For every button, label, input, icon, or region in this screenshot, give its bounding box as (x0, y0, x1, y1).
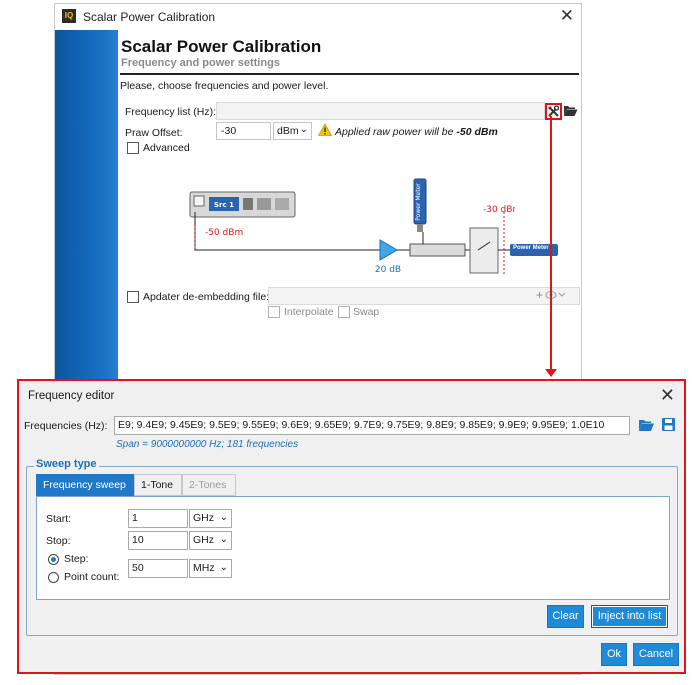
adapter-deembed-label: Apdater de-embedding file: (143, 291, 270, 303)
interpolate-checkbox[interactable] (268, 306, 280, 318)
chevron-down-icon: ⌄ (219, 512, 228, 523)
swap-checkbox[interactable] (338, 306, 350, 318)
folder-open-icon[interactable] (563, 104, 578, 120)
page-subtitle: Frequency and power settings (121, 57, 280, 69)
stop-unit-value: GHz (193, 534, 214, 546)
frequencies-label: Frequencies (Hz): (24, 420, 108, 432)
annotation-line (550, 116, 552, 374)
step-unit-select[interactable]: MHz ⌄ (189, 559, 232, 578)
amp-gain: 20 dB (375, 265, 401, 275)
applied-power-text: Applied raw power will be -50 dBm (335, 126, 498, 138)
start-input[interactable]: 1 (128, 509, 188, 528)
praw-offset-label: Praw Offset: (125, 127, 183, 139)
point-count-radio[interactable] (48, 572, 59, 583)
applied-power-prefix: Applied raw power will be (335, 126, 454, 138)
clear-button[interactable]: Clear (547, 605, 584, 628)
power-meter-label-2: Power Meter (513, 245, 549, 251)
level-source: -50 dBm (205, 228, 243, 238)
power-meter-label: Power Meter (415, 183, 422, 221)
point-count-label: Point count: (64, 571, 120, 583)
adapter-deembed-checkbox[interactable] (127, 291, 139, 303)
plus-icon[interactable]: + (536, 288, 543, 302)
adapter-file-field[interactable] (268, 287, 580, 305)
stop-input[interactable]: 10 (128, 531, 188, 550)
start-unit-select[interactable]: GHz ⌄ (189, 509, 232, 528)
signal-source-icon: Src 1 (189, 191, 296, 218)
close-icon[interactable]: ✕ (560, 6, 574, 26)
cancel-button[interactable]: Cancel (633, 643, 679, 666)
save-icon[interactable] (661, 417, 676, 435)
eye-icon[interactable] (545, 290, 567, 303)
span-info: Span = 9000000000 Hz; 181 frequencies (116, 439, 299, 450)
chevron-down-icon: ⌄ (219, 534, 228, 545)
stop-unit-select[interactable]: GHz ⌄ (189, 531, 232, 550)
frequency-list-field[interactable] (216, 102, 545, 120)
ok-button[interactable]: Ok (601, 643, 627, 666)
advanced-checkbox[interactable] (127, 142, 139, 154)
praw-unit-select[interactable]: dBm ⌄ (273, 122, 312, 140)
tab-1-tone[interactable]: 1-Tone (134, 474, 182, 496)
sweep-type-legend: Sweep type (34, 458, 99, 470)
source-label: Src 1 (214, 201, 234, 209)
window-title: Scalar Power Calibration (83, 10, 216, 24)
frequencies-input[interactable]: E9; 9.4E9; 9.45E9; 9.5E9; 9.55E9; 9.6E9;… (114, 416, 630, 435)
applied-power-value: -50 dBm (456, 126, 498, 138)
chevron-down-icon: ⌄ (219, 562, 228, 573)
swap-label: Swap (353, 306, 380, 318)
inject-into-list-button[interactable]: Inject into list (591, 605, 668, 628)
calibration-setup-diagram: Src 1 -50 dBm 20 dB Power Meter -30 dBm (189, 178, 515, 275)
praw-unit-value: dBm (277, 125, 299, 137)
step-unit-value: MHz (193, 562, 215, 574)
frequency-editor-dialog: Frequency editor ✕ Frequencies (Hz): E9;… (17, 379, 686, 674)
stop-label: Stop: (46, 535, 71, 547)
advanced-label: Advanced (143, 142, 190, 154)
title-bar: IQ Scalar Power Calibration ✕ (55, 4, 581, 29)
frequency-sweep-panel: Start: 1 GHz ⌄ Stop: 10 GHz ⌄ Step: Poin… (36, 496, 670, 600)
chevron-down-icon: ⌄ (299, 124, 308, 135)
step-radio[interactable] (48, 554, 59, 565)
close-icon[interactable]: ✕ (660, 385, 675, 406)
page-title: Scalar Power Calibration (121, 37, 322, 56)
warning-icon (317, 123, 333, 139)
annotation-arrow-icon (545, 369, 557, 377)
praw-offset-input[interactable]: -30 (216, 122, 271, 140)
folder-open-icon[interactable] (638, 418, 655, 435)
instruction-text: Please, choose frequencies and power lev… (120, 80, 329, 92)
dialog-title: Frequency editor (28, 390, 115, 402)
start-label: Start: (46, 513, 72, 525)
level-output: -30 dBm (483, 205, 515, 215)
step-input[interactable]: 50 (128, 559, 188, 578)
frequency-list-label: Frequency list (Hz): (125, 106, 217, 118)
tab-frequency-sweep[interactable]: Frequency sweep (36, 474, 134, 496)
tools-icon[interactable] (545, 103, 562, 120)
start-unit-value: GHz (193, 512, 214, 524)
tab-2-tones[interactable]: 2-Tones (182, 474, 236, 496)
interpolate-label: Interpolate (284, 306, 334, 318)
step-label: Step: (64, 553, 89, 565)
header-divider (120, 73, 579, 75)
app-logo-icon: IQ (62, 9, 76, 23)
